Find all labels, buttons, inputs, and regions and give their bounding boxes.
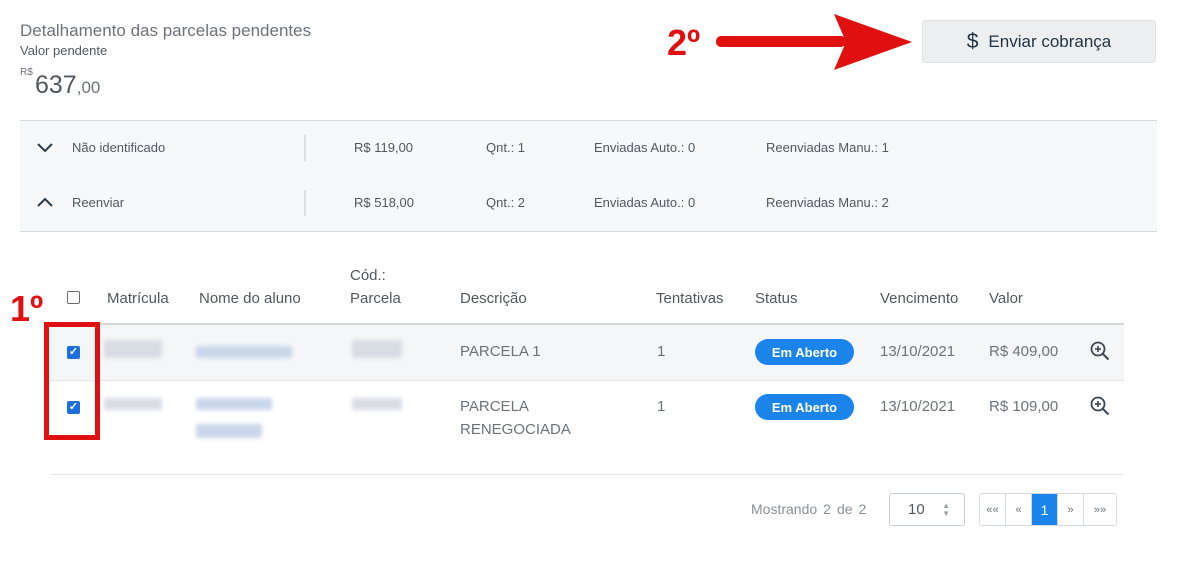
showing-total: 2 bbox=[858, 501, 867, 517]
group-quantity: Qnt.: 1 bbox=[486, 140, 526, 155]
status-badge: Em Aberto bbox=[755, 339, 854, 365]
showing-label: Mostrando bbox=[751, 501, 818, 517]
page-1-button[interactable]: 1 bbox=[1032, 494, 1058, 525]
group-manual-resent: Reenviadas Manu.: 1 bbox=[766, 140, 889, 155]
pending-amount: 637,00 bbox=[35, 71, 100, 100]
group-auto-sent: Enviadas Auto.: 0 bbox=[594, 140, 696, 155]
row-due-date: 13/10/2021 bbox=[880, 398, 956, 415]
group-row-nao-identificado[interactable]: Não identificado R$ 119,00 Qnt.: 1 Envia… bbox=[20, 121, 1157, 176]
row-divider bbox=[50, 380, 1124, 381]
group-row-reenviar[interactable]: Reenviar R$ 518,00 Qnt.: 2 Enviadas Auto… bbox=[20, 176, 1157, 231]
redacted-matricula bbox=[104, 398, 162, 410]
redacted-matricula bbox=[104, 340, 162, 358]
chevron-up-icon[interactable] bbox=[36, 193, 54, 211]
column-header-nome[interactable]: Nome do aluno bbox=[199, 287, 301, 310]
annotation-step-1: 1º bbox=[10, 288, 44, 329]
currency-symbol: R$ bbox=[20, 67, 33, 78]
dollar-icon: $ bbox=[966, 29, 979, 53]
table-bottom-divider bbox=[50, 474, 1124, 475]
column-header-descricao[interactable]: Descrição bbox=[460, 287, 527, 310]
pagination-summary: Mostrando 2 de 2 bbox=[751, 501, 872, 517]
row-due-date: 13/10/2021 bbox=[880, 343, 956, 360]
row-attempts: 1 bbox=[657, 343, 666, 360]
redacted-cod-parcela bbox=[352, 398, 402, 410]
group-separator bbox=[304, 190, 306, 216]
annotation-arrow-icon bbox=[716, 14, 912, 70]
status-badge: Em Aberto bbox=[755, 394, 854, 420]
zoom-in-icon[interactable] bbox=[1090, 341, 1110, 361]
redacted-student-name[interactable] bbox=[196, 346, 292, 358]
column-header-status[interactable]: Status bbox=[755, 287, 798, 310]
page-title: Detalhamento das parcelas pendentes bbox=[20, 21, 312, 40]
chevron-down-icon[interactable] bbox=[36, 138, 54, 156]
column-header-valor[interactable]: Valor bbox=[989, 287, 1023, 310]
send-charge-label: Enviar cobrança bbox=[988, 31, 1112, 51]
send-charge-button[interactable]: $ Enviar cobrança bbox=[922, 20, 1156, 63]
row-value: R$ 409,00 bbox=[989, 343, 1059, 360]
column-header-vencimento[interactable]: Vencimento bbox=[880, 287, 958, 310]
next-page-button[interactable]: » bbox=[1058, 494, 1084, 525]
last-page-button[interactable]: »» bbox=[1084, 494, 1116, 525]
redacted-student-name-line2 bbox=[196, 424, 262, 438]
group-auto-sent: Enviadas Auto.: 0 bbox=[594, 195, 696, 210]
showing-count: 2 bbox=[823, 501, 831, 517]
group-value: R$ 518,00 bbox=[354, 195, 414, 210]
row-value: R$ 109,00 bbox=[989, 398, 1059, 415]
column-header-matricula[interactable]: Matrícula bbox=[107, 287, 169, 310]
select-all-checkbox[interactable] bbox=[67, 291, 80, 304]
row-description: PARCELA bbox=[460, 398, 529, 415]
annotation-step-2: 2º bbox=[667, 22, 701, 63]
group-label: Não identificado bbox=[72, 140, 166, 155]
redacted-cod-parcela bbox=[352, 340, 402, 358]
page-size-value: 10 bbox=[908, 501, 925, 518]
group-label: Reenviar bbox=[72, 195, 125, 210]
redacted-student-name[interactable] bbox=[196, 398, 272, 410]
pagination-controls: «« « 1 » »» bbox=[979, 493, 1117, 526]
column-header-cod-line1[interactable]: Cód.: bbox=[350, 264, 386, 287]
row-attempts: 1 bbox=[657, 398, 666, 415]
first-page-button[interactable]: «« bbox=[980, 494, 1006, 525]
pending-value-label: Valor pendente bbox=[20, 43, 108, 58]
spinner-arrows-icon[interactable]: ▲ ▼ bbox=[942, 502, 950, 518]
of-label: de bbox=[836, 501, 853, 517]
group-separator bbox=[304, 135, 306, 161]
row-description-line2: RENEGOCIADA bbox=[460, 421, 571, 438]
group-manual-resent: Reenviadas Manu.: 2 bbox=[766, 195, 889, 210]
amount-cents: ,00 bbox=[76, 78, 101, 97]
column-header-cod-line2[interactable]: Parcela bbox=[350, 287, 401, 310]
prev-page-button[interactable]: « bbox=[1006, 494, 1032, 525]
groups-bottom-divider bbox=[20, 231, 1157, 232]
zoom-in-icon[interactable] bbox=[1090, 396, 1110, 416]
column-header-tentativas[interactable]: Tentativas bbox=[656, 287, 724, 310]
group-quantity: Qnt.: 2 bbox=[486, 195, 526, 210]
row-description: PARCELA 1 bbox=[460, 343, 541, 360]
group-value: R$ 119,00 bbox=[354, 140, 414, 155]
amount-integer: 637 bbox=[35, 71, 77, 99]
annotation-highlight-box bbox=[44, 322, 100, 440]
page-size-select[interactable]: 10 ▲ ▼ bbox=[889, 493, 965, 526]
